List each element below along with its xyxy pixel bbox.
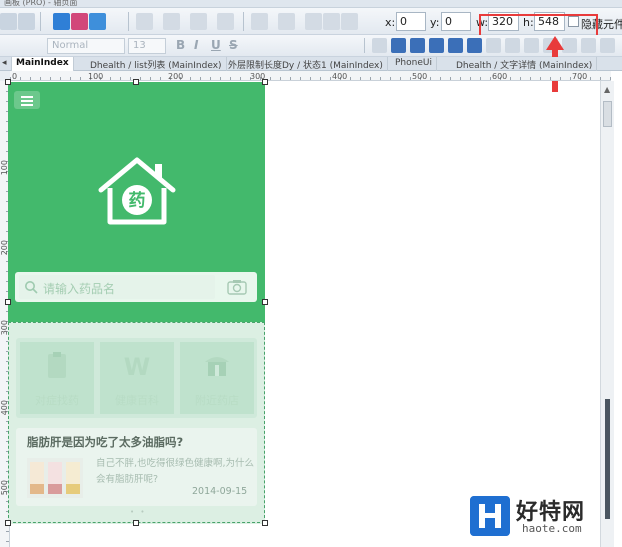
group-icon[interactable] — [429, 38, 444, 53]
format-toolbar: Normal 13 B I U S — [0, 35, 622, 57]
bring-front-icon[interactable] — [391, 38, 406, 53]
ruler-label: 700 — [572, 72, 588, 81]
bold-button[interactable]: B — [176, 38, 185, 52]
category-label: 对症找药 — [35, 394, 79, 407]
font-size-select[interactable]: 13 — [128, 38, 166, 54]
align-top-icon[interactable] — [505, 38, 520, 53]
align-middle-icon[interactable] — [524, 38, 539, 53]
resize-handle[interactable] — [133, 79, 139, 85]
send-back-icon[interactable] — [410, 38, 425, 53]
align-icon[interactable] — [372, 38, 387, 53]
resize-handle[interactable] — [5, 299, 11, 305]
line-style-icon[interactable] — [163, 13, 180, 30]
resize-handle[interactable] — [262, 79, 268, 85]
category-label: 附近药店 — [195, 394, 239, 407]
resize-handle[interactable] — [133, 520, 139, 526]
toolbar-divider — [40, 12, 41, 31]
phone-canvas-widget[interactable]: 药 请输入药品名 对症找药 W 健康百科 附近药店 脂肪肝是因为吃了太多油脂吗?… — [8, 82, 265, 524]
y-label: y: — [430, 16, 440, 29]
store-icon — [205, 357, 229, 376]
scroll-up-icon[interactable]: ▲ — [604, 85, 610, 94]
more-icon[interactable] — [600, 38, 615, 53]
article-date: 2014-09-15 — [192, 486, 248, 497]
category-item[interactable]: W 健康百科 — [100, 342, 174, 414]
brand-logo-icon — [470, 496, 510, 536]
window-title: 画板 (PRO) - 轴页面 — [4, 0, 78, 7]
resize-handle[interactable] — [262, 299, 268, 305]
menu-icon[interactable] — [14, 91, 40, 109]
lock-icon[interactable] — [467, 38, 482, 53]
resize-handle[interactable] — [5, 520, 11, 526]
strike-button[interactable]: S — [229, 38, 238, 52]
title-bar: 画板 (PRO) - 轴页面 — [0, 0, 622, 8]
category-item[interactable]: 附近药店 — [180, 342, 254, 414]
tab-phoneui[interactable]: PhoneUi — [391, 57, 437, 71]
article-excerpt: 自己不胖,也吃得很绿色健康啊,为什么会有脂肪肝呢? — [96, 458, 255, 485]
align-left-icon[interactable] — [305, 13, 322, 30]
logo-char: 药 — [129, 190, 146, 211]
house-pharmacy-icon: 药 — [98, 157, 176, 225]
article-card[interactable]: 脂肪肝是因为吃了太多油脂吗? 自己不胖,也吃得很绿色健康啊,为什么会有脂肪肝呢?… — [16, 428, 257, 506]
tab-state1[interactable]: 外层限制长度Dy / 状态1 (MainIndex) — [224, 57, 388, 71]
vertical-scrollbar[interactable]: ▲ — [600, 81, 614, 547]
search-icon — [25, 281, 38, 294]
tab-nav-icon[interactable]: ◂ — [0, 57, 12, 71]
ruler-label: 500 — [412, 72, 428, 81]
page-tab-bar: ◂ MainIndex Dhealth / list列表 (MainIndex)… — [0, 57, 622, 71]
article-title: 脂肪肝是因为吃了太多油脂吗? — [27, 435, 184, 449]
fill-color-icon[interactable] — [251, 13, 268, 30]
italic-button[interactable]: I — [194, 38, 198, 52]
style-icon[interactable] — [136, 13, 153, 30]
share-icon[interactable] — [89, 13, 106, 30]
pagination-dots: • • — [130, 508, 147, 516]
border-style-icon[interactable] — [217, 13, 234, 30]
search-bar: 请输入药品名 — [15, 272, 257, 302]
toolbar-divider — [128, 12, 129, 31]
distribute-icon[interactable] — [486, 38, 501, 53]
ruler-label: 100 — [88, 72, 104, 81]
scroll-thumb[interactable] — [603, 101, 612, 127]
ruler-label: 600 — [492, 72, 508, 81]
publish-icon[interactable] — [71, 13, 88, 30]
content-area: 对症找药 W 健康百科 附近药店 脂肪肝是因为吃了太多油脂吗? 自己不胖,也吃得… — [8, 322, 265, 524]
x-label: x: — [385, 16, 396, 29]
ruler-label: 400 — [332, 72, 348, 81]
toolbar-divider — [243, 12, 244, 31]
font-family-select[interactable]: Normal — [47, 38, 125, 54]
ruler-label: 200 — [168, 72, 184, 81]
search-placeholder: 请输入药品名 — [43, 282, 116, 296]
underline-button[interactable]: U — [211, 38, 221, 52]
main-toolbar: x: 0 y: 0 w: 320 h: 548 隐藏元件 — [0, 8, 622, 46]
size-icon[interactable] — [581, 38, 596, 53]
watermark-url: haote.com — [522, 522, 582, 535]
clipboard-icon — [48, 352, 66, 378]
y-input[interactable]: 0 — [441, 12, 471, 31]
header-panel: 药 请输入药品名 — [8, 82, 265, 322]
tab-list[interactable]: Dhealth / list列表 (MainIndex) — [86, 57, 227, 71]
resize-handle[interactable] — [5, 79, 11, 85]
arrow-style-icon[interactable] — [190, 13, 207, 30]
shadow-icon[interactable] — [278, 13, 295, 30]
category-card: 对症找药 W 健康百科 附近药店 — [16, 338, 257, 418]
align-right-icon[interactable] — [341, 13, 358, 30]
play-preview-icon[interactable] — [53, 13, 70, 30]
tab-mainindex[interactable]: MainIndex — [12, 57, 74, 71]
watermark: 好特网 haote.com — [470, 494, 618, 540]
toolbar-divider — [364, 38, 365, 53]
ungroup-icon[interactable] — [448, 38, 463, 53]
pointer-tool-icon[interactable] — [0, 13, 17, 30]
connector-tool-icon[interactable] — [18, 13, 35, 30]
tab-text-detail[interactable]: Dhealth / 文字详情 (MainIndex) — [452, 57, 598, 71]
svg-text:W: W — [124, 353, 150, 380]
wheat-icon: W — [124, 353, 150, 380]
article-thumbnail — [27, 458, 83, 498]
camera-icon[interactable] — [222, 275, 252, 299]
category-label: 健康百科 — [115, 394, 159, 407]
align-center-icon[interactable] — [323, 13, 340, 30]
ruler-label: 0 — [12, 72, 18, 81]
category-item[interactable]: 对症找药 — [20, 342, 94, 414]
search-input[interactable]: 请输入药品名 — [19, 275, 215, 299]
resize-handle[interactable] — [262, 520, 268, 526]
x-input[interactable]: 0 — [396, 12, 426, 31]
